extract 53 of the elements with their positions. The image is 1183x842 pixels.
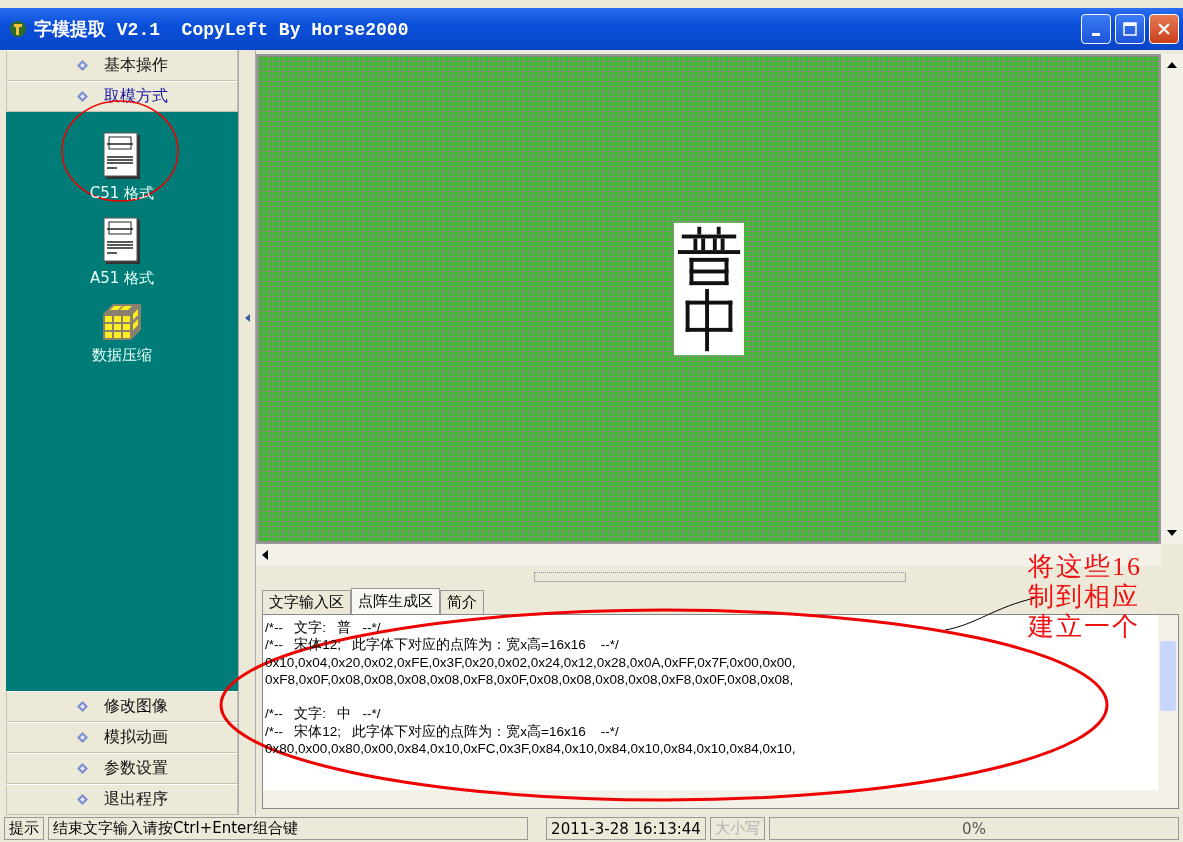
- close-button[interactable]: [1149, 14, 1179, 44]
- code-line: /*-- 宋体12; 此字体下对应的点阵为：宽x高=16x16 --*/: [265, 722, 619, 741]
- splitter-bar[interactable]: [238, 50, 256, 815]
- dot-matrix-grid[interactable]: [256, 54, 1161, 544]
- code-line: /*-- 文字: 中 --*/: [265, 705, 381, 723]
- status-message: 结束文字输入请按Ctrl+Enter组合键: [48, 817, 528, 840]
- document-icon: [103, 217, 141, 265]
- tab[interactable]: 点阵生成区: [351, 588, 440, 614]
- sidebar-header[interactable]: 参数设置: [6, 753, 238, 784]
- collapse-arrow-icon: [244, 313, 250, 322]
- code-line: 0xF8,0x0F,0x08,0x08,0x08,0x08,0xF8,0x0F,0x08,0x08,0x08,0x08,0xF8,0x0F,0x08,0x08,: [265, 670, 794, 689]
- close-icon: [1157, 22, 1171, 36]
- sidebar-header[interactable]: 取模方式: [6, 81, 238, 112]
- scroll-down-icon: [1167, 530, 1177, 536]
- diamond-icon: [76, 91, 88, 102]
- diamond-icon: [76, 794, 88, 805]
- sidebar-item[interactable]: 数据压缩: [92, 346, 152, 365]
- vertical-scrollbar[interactable]: [1161, 54, 1183, 544]
- window-title: 字模提取 V2.1 CopyLeft By Horse2000: [34, 18, 409, 41]
- tab[interactable]: 文字输入区: [262, 590, 351, 614]
- status-datetime: 2011-3-28 16:13:44: [546, 817, 706, 840]
- diamond-icon: [76, 732, 88, 743]
- diamond-icon: [76, 763, 88, 774]
- sidebar-header[interactable]: 修改图像: [6, 691, 238, 722]
- text-horizontal-scrollbar[interactable]: [263, 790, 1178, 808]
- minimize-button[interactable]: [1081, 14, 1111, 44]
- maximize-button[interactable]: [1115, 14, 1145, 44]
- scroll-thumb[interactable]: [1160, 641, 1176, 711]
- minimize-icon: [1092, 32, 1100, 36]
- tab[interactable]: 简介: [440, 590, 484, 614]
- annotation-text: 建立一个: [1028, 612, 1141, 642]
- sidebar-header[interactable]: 退出程序: [6, 784, 238, 815]
- annotation-text: 制到相应: [1028, 582, 1141, 612]
- diamond-icon: [76, 701, 88, 712]
- code-line: 0x10,0x04,0x20,0x02,0xFE,0x3F,0x20,0x02,0x24,0x12,0x28,0x0A,0xFF,0x7F,0x00,0x00,: [265, 653, 796, 671]
- sidebar-header[interactable]: 基本操作: [6, 50, 238, 81]
- text-vertical-scrollbar[interactable]: [1158, 615, 1178, 790]
- sidebar-item[interactable]: A51 格式: [89, 269, 155, 288]
- output-text-area[interactable]: [262, 614, 1179, 809]
- app-icon: [8, 19, 28, 39]
- progress-indicator: 0%: [769, 817, 1179, 840]
- scroll-left-icon: [262, 550, 268, 560]
- annotation-text: 将这些16: [1028, 552, 1142, 582]
- caps-lock-indicator: 大小写: [710, 817, 765, 840]
- status-label: 提示: [4, 817, 44, 840]
- splitter-handle[interactable]: [533, 572, 906, 582]
- document-icon: [103, 132, 141, 180]
- scroll-up-icon: [1167, 62, 1177, 68]
- maximize-icon: [1123, 22, 1137, 36]
- code-line: /*-- 文字: 普 --*/: [265, 619, 381, 637]
- sidebar-header[interactable]: 模拟动画: [6, 722, 238, 753]
- cube-icon: [101, 302, 143, 342]
- diamond-icon: [76, 60, 88, 71]
